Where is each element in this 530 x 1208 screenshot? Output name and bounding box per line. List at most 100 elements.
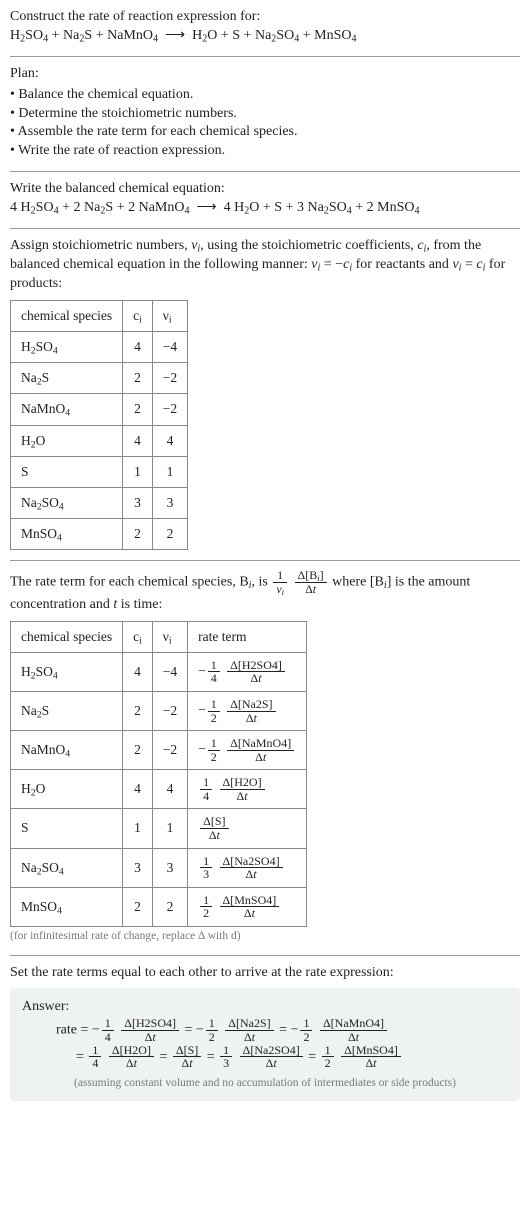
answer-line2: = 14 Δ[H2O]Δt = Δ[S]Δt = 13 Δ[Na2SO4]Δt … <box>76 1044 508 1070</box>
rateterm-intro: The rate term for each chemical species,… <box>10 569 520 614</box>
plan-title: Plan: <box>10 65 520 84</box>
answer-note: (assuming constant volume and no accumul… <box>22 1076 508 1092</box>
col-vi: νi <box>152 300 187 331</box>
stoich-intro: Assign stoichiometric numbers, νi, using… <box>10 237 520 294</box>
cell-species: NaMnO4 <box>11 394 123 425</box>
balanced-intro: Write the balanced chemical equation: <box>10 180 520 199</box>
cell-ci: 2 <box>123 691 153 730</box>
cell-vi: 1 <box>152 809 187 848</box>
col-species: chemical species <box>11 300 123 331</box>
cell-rate: 12 Δ[MnSO4]Δt <box>188 887 307 926</box>
col-rate: rate term <box>188 621 307 652</box>
col-ci: ci <box>123 621 153 652</box>
cell-vi: 3 <box>152 488 187 519</box>
plan-items: • Balance the chemical equation. • Deter… <box>10 86 520 162</box>
table-row: Na2S 2 −2 <box>11 363 188 394</box>
divider <box>10 955 520 956</box>
rateterm-section: The rate term for each chemical species,… <box>10 569 520 944</box>
rateterm-rows: H2SO4 4 −4 −14 Δ[H2SO4]Δt Na2S 2 −2 −12 … <box>11 652 307 926</box>
cell-vi: −2 <box>152 691 187 730</box>
cell-ci: 2 <box>123 731 153 770</box>
cell-species: MnSO4 <box>11 519 123 550</box>
cell-vi: 3 <box>152 848 187 887</box>
prompt: Construct the rate of reaction expressio… <box>10 8 520 46</box>
cell-vi: 4 <box>152 770 187 809</box>
table-row: MnSO4 2 2 12 Δ[MnSO4]Δt <box>11 887 307 926</box>
cell-rate: −12 Δ[NaMnO4]Δt <box>188 731 307 770</box>
cell-species: H2O <box>11 770 123 809</box>
divider <box>10 228 520 229</box>
cell-species: H2SO4 <box>11 652 123 691</box>
cell-ci: 2 <box>123 519 153 550</box>
rateterm-table: chemical species ci νi rate term H2SO4 4… <box>10 621 307 928</box>
cell-species: Na2SO4 <box>11 488 123 519</box>
cell-vi: −2 <box>152 731 187 770</box>
plan-item: • Determine the stoichiometric numbers. <box>10 105 520 124</box>
divider <box>10 171 520 172</box>
cell-species: Na2S <box>11 363 123 394</box>
cell-species: NaMnO4 <box>11 731 123 770</box>
table-row: Na2S 2 −2 −12 Δ[Na2S]Δt <box>11 691 307 730</box>
cell-vi: −4 <box>152 331 187 362</box>
cell-rate: Δ[S]Δt <box>188 809 307 848</box>
cell-rate: −14 Δ[H2SO4]Δt <box>188 652 307 691</box>
divider <box>10 56 520 57</box>
cell-vi: −2 <box>152 363 187 394</box>
cell-rate: 14 Δ[H2O]Δt <box>188 770 307 809</box>
cell-ci: 1 <box>123 809 153 848</box>
table-row: H2O 4 4 14 Δ[H2O]Δt <box>11 770 307 809</box>
table-row: H2SO4 4 −4 <box>11 331 188 362</box>
cell-species: Na2SO4 <box>11 848 123 887</box>
table-row: NaMnO4 2 −2 <box>11 394 188 425</box>
plan-item: • Balance the chemical equation. <box>10 86 520 105</box>
table-row: NaMnO4 2 −2 −12 Δ[NaMnO4]Δt <box>11 731 307 770</box>
stoich-table: chemical species ci νi H2SO4 4 −4 Na2S 2… <box>10 300 188 551</box>
stoich-section: Assign stoichiometric numbers, νi, using… <box>10 237 520 550</box>
cell-vi: 2 <box>152 519 187 550</box>
cell-vi: 2 <box>152 887 187 926</box>
cell-species: Na2S <box>11 691 123 730</box>
cell-ci: 3 <box>123 848 153 887</box>
answer-label: Answer: <box>22 998 508 1017</box>
stoich-rows: H2SO4 4 −4 Na2S 2 −2 NaMnO4 2 −2 H2O 4 4… <box>11 331 188 550</box>
cell-ci: 1 <box>123 456 153 487</box>
balanced-section: Write the balanced chemical equation: 4 … <box>10 180 520 218</box>
cell-ci: 2 <box>123 394 153 425</box>
table-row: H2SO4 4 −4 −14 Δ[H2SO4]Δt <box>11 652 307 691</box>
cell-ci: 2 <box>123 887 153 926</box>
cell-ci: 4 <box>123 652 153 691</box>
cell-ci: 4 <box>123 770 153 809</box>
unbalanced-reaction: H2SO4 + Na2S + NaMnO4 ⟶ H2O + S + Na2SO4… <box>10 27 520 46</box>
plan-item: • Assemble the rate term for each chemic… <box>10 123 520 142</box>
cell-rate: −12 Δ[Na2S]Δt <box>188 691 307 730</box>
cell-species: S <box>11 456 123 487</box>
balanced-reaction: 4 H2SO4 + 2 Na2S + 2 NaMnO4 ⟶ 4 H2O + S … <box>10 199 520 218</box>
table-row: S 1 1 Δ[S]Δt <box>11 809 307 848</box>
divider <box>10 560 520 561</box>
rateterm-footnote: (for infinitesimal rate of change, repla… <box>10 929 520 945</box>
final-intro: Set the rate terms equal to each other t… <box>10 964 520 983</box>
cell-species: MnSO4 <box>11 887 123 926</box>
cell-vi: −4 <box>152 652 187 691</box>
table-row: S 1 1 <box>11 456 188 487</box>
cell-species: S <box>11 809 123 848</box>
plan: Plan: • Balance the chemical equation. •… <box>10 65 520 161</box>
cell-vi: 1 <box>152 456 187 487</box>
col-ci: ci <box>123 300 153 331</box>
cell-species: H2SO4 <box>11 331 123 362</box>
cell-species: H2O <box>11 425 123 456</box>
prompt-line1: Construct the rate of reaction expressio… <box>10 8 520 27</box>
cell-ci: 4 <box>123 425 153 456</box>
table-row: MnSO4 2 2 <box>11 519 188 550</box>
table-row: H2O 4 4 <box>11 425 188 456</box>
answer-box: Answer: rate = −14 Δ[H2SO4]Δt = −12 Δ[Na… <box>10 988 520 1101</box>
plan-item: • Write the rate of reaction expression. <box>10 142 520 161</box>
cell-rate: 13 Δ[Na2SO4]Δt <box>188 848 307 887</box>
table-row: Na2SO4 3 3 13 Δ[Na2SO4]Δt <box>11 848 307 887</box>
col-vi: νi <box>152 621 187 652</box>
answer-line1: rate = −14 Δ[H2SO4]Δt = −12 Δ[Na2S]Δt = … <box>56 1017 508 1043</box>
table-row: Na2SO4 3 3 <box>11 488 188 519</box>
col-species: chemical species <box>11 621 123 652</box>
cell-vi: 4 <box>152 425 187 456</box>
cell-ci: 3 <box>123 488 153 519</box>
